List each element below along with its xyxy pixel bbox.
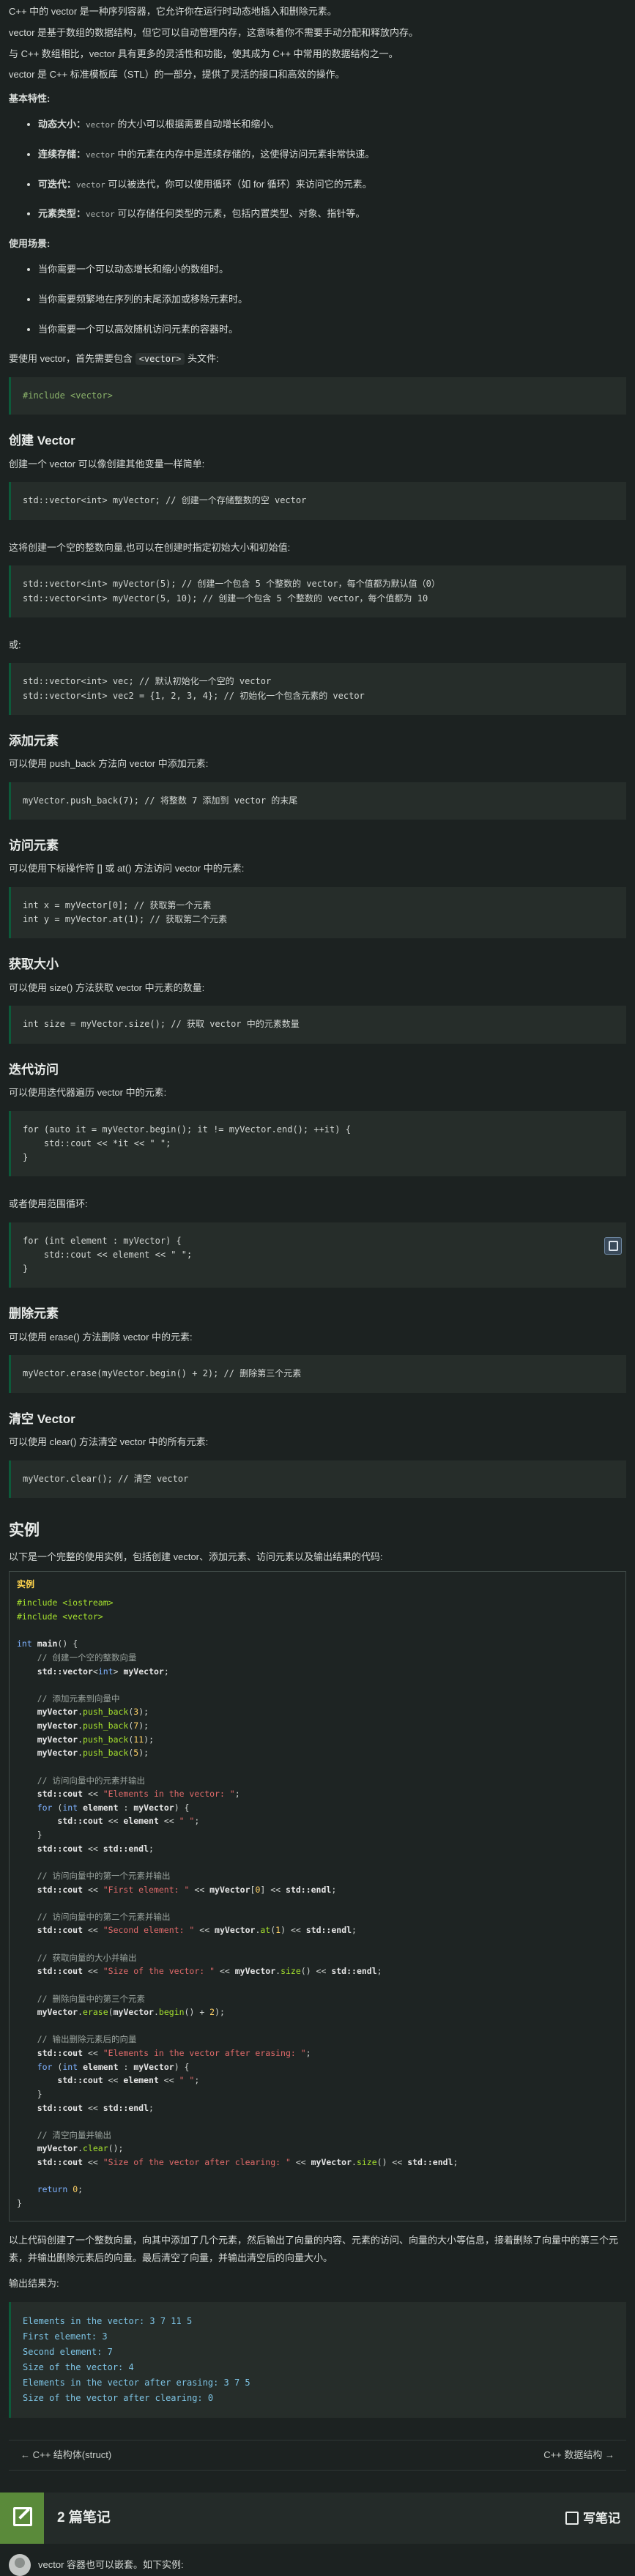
code-block-create[interactable]: std::vector<int> myVector; // 创建一个存储整数的空… bbox=[9, 482, 626, 520]
output-text: 输出结果为: bbox=[9, 2277, 59, 2289]
output-block-wrap: Elements in the vector: 3 7 11 5 First e… bbox=[9, 2301, 626, 2418]
erase-text: 可以使用 erase() 方法删除 vector 中的元素: bbox=[9, 1331, 193, 1343]
use-cases-heading: 使用场景: bbox=[9, 238, 51, 250]
size-text: 可以使用 size() 方法获取 vector 中元素的数量: bbox=[9, 981, 205, 993]
section-example-heading: 实例 bbox=[9, 1521, 40, 1539]
section-clear-heading: 清空 Vector bbox=[9, 1411, 75, 1426]
intro-line: C++ 中的 vector 是一种序列容器，它允许你在运行时动态地插入和删除元素… bbox=[9, 6, 337, 17]
create-text: 创建一个 vector 可以像创建其他变量一样简单: bbox=[9, 458, 205, 469]
add-text: 可以使用 push_back 方法向 vector 中添加元素: bbox=[9, 758, 209, 770]
iter-text: 可以使用迭代器遍历 vector 中的元素: bbox=[9, 1086, 167, 1098]
prev-next-nav: ← C++ 结构体(struct) C++ 数据结构 → bbox=[9, 2439, 626, 2471]
intro-line: vector 是基于数组的数据结构，但它可以自动管理内存，这意味着你不需要手动分… bbox=[9, 26, 419, 38]
section-size-heading: 获取大小 bbox=[9, 957, 59, 972]
code-block-create-3[interactable]: std::vector<int> vec; // 默认初始化一个空的 vecto… bbox=[9, 663, 626, 715]
code-block-include[interactable]: #include <vector> bbox=[9, 377, 626, 415]
section-erase-heading: 删除元素 bbox=[9, 1307, 59, 1321]
example-code: #include <iostream> #include <vector> in… bbox=[17, 1597, 458, 2208]
next-link[interactable]: C++ 数据结构 → bbox=[543, 2448, 614, 2463]
output-block[interactable]: Elements in the vector: 3 7 11 5 First e… bbox=[9, 2301, 626, 2418]
clear-text: 可以使用 clear() 方法清空 vector 中的所有元素: bbox=[9, 1436, 209, 1447]
avatar bbox=[9, 2554, 31, 2576]
section-iter-heading: 迭代访问 bbox=[9, 1062, 59, 1077]
write-note-button[interactable]: 写笔记 bbox=[565, 2509, 620, 2528]
example-label: 实例 bbox=[17, 1579, 35, 1590]
list-item: 当你需要频繁地在序列的末尾添加或移除元素时。 bbox=[38, 292, 626, 308]
example-text: 以下是一个完整的使用实例，包括创建 vector、添加元素、访问元素以及输出结果… bbox=[9, 1551, 383, 1563]
intro-paragraphs: C++ 中的 vector 是一种序列容器，它允许你在运行时动态地插入和删除元素… bbox=[9, 4, 626, 83]
section-access-heading: 访问元素 bbox=[9, 839, 59, 853]
include-text: 要使用 vector，首先需要包含 <vector> 头文件: bbox=[9, 353, 219, 365]
list-item: 可迭代：vector 可以被迭代，你可以使用循环（如 for 循环）来访问它的元… bbox=[38, 177, 626, 193]
pen-icon bbox=[565, 2512, 579, 2525]
features-list: 动态大小：vector 的大小可以根据需要自动增长和缩小。 连续存储：vecto… bbox=[9, 117, 626, 222]
intro-line: 与 C++ 数组相比，vector 具有更多的灵活性和功能，使其成为 C++ 中… bbox=[9, 48, 398, 59]
code-block-add[interactable]: myVector.push_back(7); // 将整数 7 添加到 vect… bbox=[9, 782, 626, 820]
edit-icon[interactable] bbox=[0, 2493, 44, 2545]
use-cases-list: 当你需要一个可以动态增长和缩小的数组时。 当你需要频繁地在序列的末尾添加或移除元… bbox=[9, 262, 626, 337]
code-block-clear[interactable]: myVector.clear(); // 清空 vector bbox=[9, 1460, 626, 1498]
section-create-heading: 创建 Vector bbox=[9, 434, 75, 448]
code-block-access[interactable]: int x = myVector[0]; // 获取第一个元素 int y = … bbox=[9, 887, 626, 939]
list-item: 当你需要一个可以动态增长和缩小的数组时。 bbox=[38, 262, 626, 278]
list-item: 连续存储：vector 中的元素在内存中是连续存储的，这使得访问元素非常快速。 bbox=[38, 147, 626, 163]
prev-link[interactable]: ← C++ 结构体(struct) bbox=[21, 2448, 111, 2463]
list-item: 元素类型：vector 可以存储任何类型的元素，包括内置类型、对象、指针等。 bbox=[38, 207, 626, 222]
code-block-create-2[interactable]: std::vector<int> myVector(5); // 创建一个包含 … bbox=[9, 565, 626, 617]
copy-icon[interactable] bbox=[604, 1236, 622, 1255]
access-text: 可以使用下标操作符 [] 或 at() 方法访问 vector 中的元素: bbox=[9, 863, 245, 875]
example-explanation: 以上代码创建了一个整数向量，向其中添加了几个元素，然后输出了向量的内容、元素的访… bbox=[9, 2234, 619, 2264]
code-block-size[interactable]: int size = myVector.size(); // 获取 vector… bbox=[9, 1006, 626, 1044]
code-block-range-wrap: for (int element : myVector) { std::cout… bbox=[9, 1222, 626, 1288]
notes-count: 2 篇笔记 bbox=[57, 2510, 111, 2526]
note-item: vector 容器也可以嵌套。如下实例: bbox=[9, 2554, 626, 2576]
note-text: vector 容器也可以嵌套。如下实例: bbox=[38, 2559, 184, 2571]
features-heading: 基本特性: bbox=[9, 93, 51, 105]
or-text: 或: bbox=[9, 639, 21, 650]
section-add-heading: 添加元素 bbox=[9, 733, 59, 748]
example-code-box[interactable]: 实例 #include <iostream> #include <vector>… bbox=[9, 1571, 626, 2221]
range-text: 或者使用范围循环: bbox=[9, 1198, 88, 1210]
notes-bar: 2 篇笔记 写笔记 bbox=[0, 2493, 635, 2545]
code-block-erase[interactable]: myVector.erase(myVector.begin() + 2); //… bbox=[9, 1355, 626, 1393]
create-text-2: 这将创建一个空的整数向量,也可以在创建时指定初始大小和初始值: bbox=[9, 541, 291, 553]
list-item: 当你需要一个可以高效随机访问元素的容器时。 bbox=[38, 322, 626, 338]
intro-line: vector 是 C++ 标准模板库（STL）的一部分，提供了灵活的接口和高效的… bbox=[9, 69, 345, 81]
list-item: 动态大小：vector 的大小可以根据需要自动增长和缩小。 bbox=[38, 117, 626, 133]
code-block-range[interactable]: for (int element : myVector) { std::cout… bbox=[9, 1222, 626, 1288]
code-block-iter[interactable]: for (auto it = myVector.begin(); it != m… bbox=[9, 1110, 626, 1177]
